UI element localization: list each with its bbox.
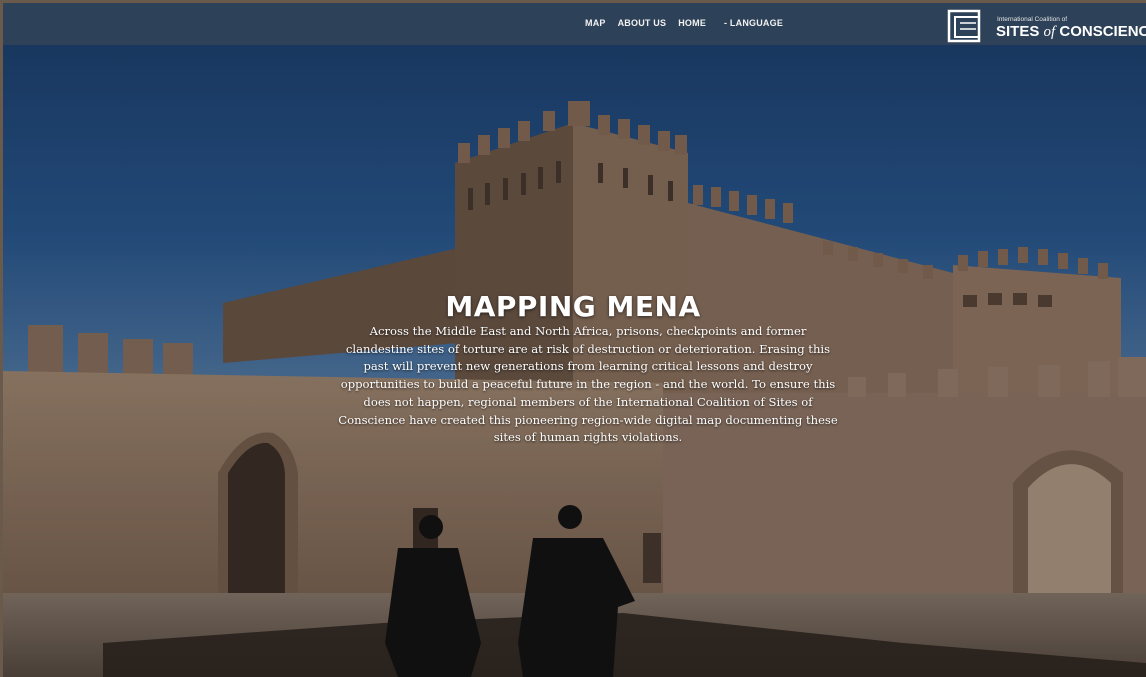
sites-of-conscience-logo-icon bbox=[947, 9, 981, 43]
nav-map-link[interactable]: MAP bbox=[585, 18, 606, 28]
intro-paragraph: Across the Middle East and North Africa,… bbox=[338, 324, 838, 445]
logo-wordmark: SITES of CONSCIENCE bbox=[996, 23, 1146, 41]
top-nav-bar: MAP ABOUT US HOME - LANGUAGE Internation… bbox=[3, 3, 1146, 45]
logo-word-conscience: CONSCIENCE bbox=[1059, 23, 1146, 40]
language-dropdown[interactable]: - LANGUAGE bbox=[724, 18, 783, 28]
logo-word-of: of bbox=[1043, 24, 1056, 40]
nav-home-link[interactable]: HOME bbox=[678, 18, 706, 28]
nav-about-us-link[interactable]: ABOUT US bbox=[618, 18, 667, 28]
sites-of-conscience-logo[interactable]: International Coalition of SITES of CONS… bbox=[946, 8, 1146, 44]
logo-word-sites: SITES bbox=[996, 23, 1040, 40]
main-nav: MAP ABOUT US HOME - LANGUAGE bbox=[585, 18, 795, 28]
logo-subtitle: International Coalition of bbox=[997, 16, 1068, 23]
page-title: MAPPING MENA bbox=[445, 290, 701, 323]
